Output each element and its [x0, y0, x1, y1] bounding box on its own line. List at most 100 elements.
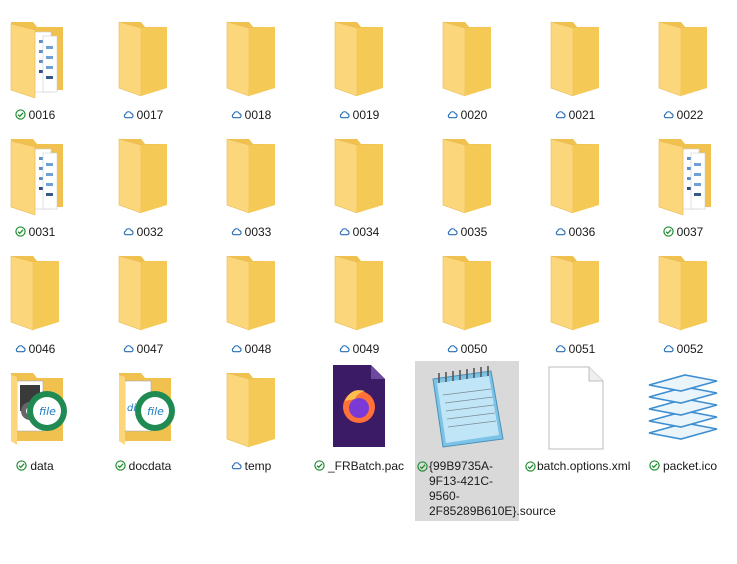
- file-label: 0032: [91, 225, 195, 240]
- file-label: 0001: [0, 0, 87, 3]
- folder-icon: [203, 244, 299, 334]
- folder-icon: [635, 10, 731, 100]
- folder-icon: [311, 127, 407, 217]
- folder-with-media-icon: dia file: [95, 361, 191, 451]
- file-item-0049[interactable]: 0049: [307, 244, 411, 362]
- file-item-packet-ico[interactable]: packet.ico: [631, 361, 735, 479]
- file-item-0035[interactable]: 0035: [415, 127, 519, 245]
- cloud-icon: [663, 109, 674, 120]
- file-label: 0016: [0, 108, 87, 123]
- folder-icon: [419, 127, 515, 217]
- file-label: 0020: [415, 108, 519, 123]
- file-item[interactable]: 0004: [307, 0, 411, 4]
- notepad-file-icon: [419, 361, 515, 451]
- file-item-0019[interactable]: 0019: [307, 10, 411, 128]
- cloud-icon: [447, 109, 458, 120]
- cloud-icon: [447, 343, 458, 354]
- check-circle-icon: [114, 460, 126, 471]
- file-label: 0051: [523, 342, 627, 357]
- file-item-0052[interactable]: 0052: [631, 244, 735, 362]
- file-label: 0046: [0, 342, 87, 357]
- blank-file-icon: [527, 361, 623, 451]
- file-item-0033[interactable]: 0033: [199, 127, 303, 245]
- cloud-icon: [663, 343, 674, 354]
- file-item-0022[interactable]: 0022: [631, 10, 735, 128]
- folder-icon: [311, 10, 407, 100]
- file-item-0034[interactable]: 0034: [307, 127, 411, 245]
- check-circle-icon: [14, 226, 26, 237]
- folder-icon: [419, 244, 515, 334]
- file-item[interactable]: 0003: [199, 0, 303, 4]
- file-item-0048[interactable]: 0048: [199, 244, 303, 362]
- file-item[interactable]: 0001: [0, 0, 87, 4]
- folder-icon: [527, 10, 623, 100]
- folder-with-media-icon: file: [0, 361, 83, 451]
- folder-icon: [527, 244, 623, 334]
- file-item-0032[interactable]: 0032: [91, 127, 195, 245]
- file-label: 0031: [0, 225, 87, 240]
- file-label: 0019: [307, 108, 411, 123]
- folder-icon: [95, 127, 191, 217]
- file-item-frbatch-pac[interactable]: _FRBatch.pac: [307, 361, 411, 479]
- file-item-0031[interactable]: 0031: [0, 127, 87, 245]
- cloud-icon: [231, 460, 242, 471]
- file-item-0047[interactable]: 0047: [91, 244, 195, 362]
- file-item-0017[interactable]: 0017: [91, 10, 195, 128]
- file-label: 0049: [307, 342, 411, 357]
- file-label: 0033: [199, 225, 303, 240]
- file-item-data[interactable]: file data: [0, 361, 87, 479]
- file-label: 0018: [199, 108, 303, 123]
- file-item[interactable]: 0006: [523, 0, 627, 4]
- file-item-0021[interactable]: 0021: [523, 10, 627, 128]
- file-label: 0047: [91, 342, 195, 357]
- file-item-0046[interactable]: 0046: [0, 244, 87, 362]
- cloud-icon: [231, 343, 242, 354]
- file-item-temp[interactable]: temp: [199, 361, 303, 479]
- cloud-icon: [447, 226, 458, 237]
- file-label: 0034: [307, 225, 411, 240]
- file-label: docdata: [91, 459, 195, 474]
- file-item-batch-options-xml[interactable]: batch.options.xml: [523, 361, 630, 479]
- file-label: 0036: [523, 225, 627, 240]
- cloud-icon: [555, 109, 566, 120]
- file-item-99b9735a-9f13-421c-9560-2f85289b610e-source[interactable]: {99B9735A-9F13-421C-9560-2F85289B610E}.s…: [415, 361, 556, 521]
- cloud-icon: [123, 226, 134, 237]
- file-label: 0022: [631, 108, 735, 123]
- file-item-0051[interactable]: 0051: [523, 244, 627, 362]
- file-item[interactable]: 0005: [415, 0, 519, 4]
- file-label: 0037: [631, 225, 735, 240]
- file-label: 0052: [631, 342, 735, 357]
- check-circle-icon: [662, 226, 674, 237]
- file-item-0037[interactable]: 0037: [631, 127, 735, 245]
- file-item-0018[interactable]: 0018: [199, 10, 303, 128]
- file-item-docdata[interactable]: dia file docdata: [91, 361, 195, 479]
- file-item-0050[interactable]: 0050: [415, 244, 519, 362]
- folder-icon: [203, 10, 299, 100]
- file-label: 0050: [415, 342, 519, 357]
- file-label: 0002: [91, 0, 195, 3]
- cloud-icon: [123, 343, 134, 354]
- cloud-icon: [339, 343, 350, 354]
- file-label: 0017: [91, 108, 195, 123]
- file-label: temp: [199, 459, 303, 474]
- file-label: 0006: [523, 0, 627, 3]
- folder-icon: [0, 244, 83, 334]
- folder-icon: [635, 244, 731, 334]
- stacked-layers-icon: [635, 361, 731, 451]
- file-label: 0005: [415, 0, 519, 3]
- check-circle-icon: [14, 109, 26, 120]
- file-label: 0048: [199, 342, 303, 357]
- file-item-0016[interactable]: 0016: [0, 10, 87, 128]
- cloud-icon: [231, 226, 242, 237]
- file-label: 0003: [199, 0, 303, 3]
- check-circle-icon: [16, 460, 27, 471]
- folder-icon: [203, 127, 299, 217]
- file-item-0036[interactable]: 0036: [523, 127, 627, 245]
- cloud-icon: [339, 226, 350, 237]
- file-item-0020[interactable]: 0020: [415, 10, 519, 128]
- cloud-icon: [339, 109, 350, 120]
- cloud-icon: [15, 343, 26, 354]
- file-item[interactable]: 0007: [631, 0, 735, 4]
- cloud-icon: [555, 226, 566, 237]
- file-item[interactable]: 0002: [91, 0, 195, 4]
